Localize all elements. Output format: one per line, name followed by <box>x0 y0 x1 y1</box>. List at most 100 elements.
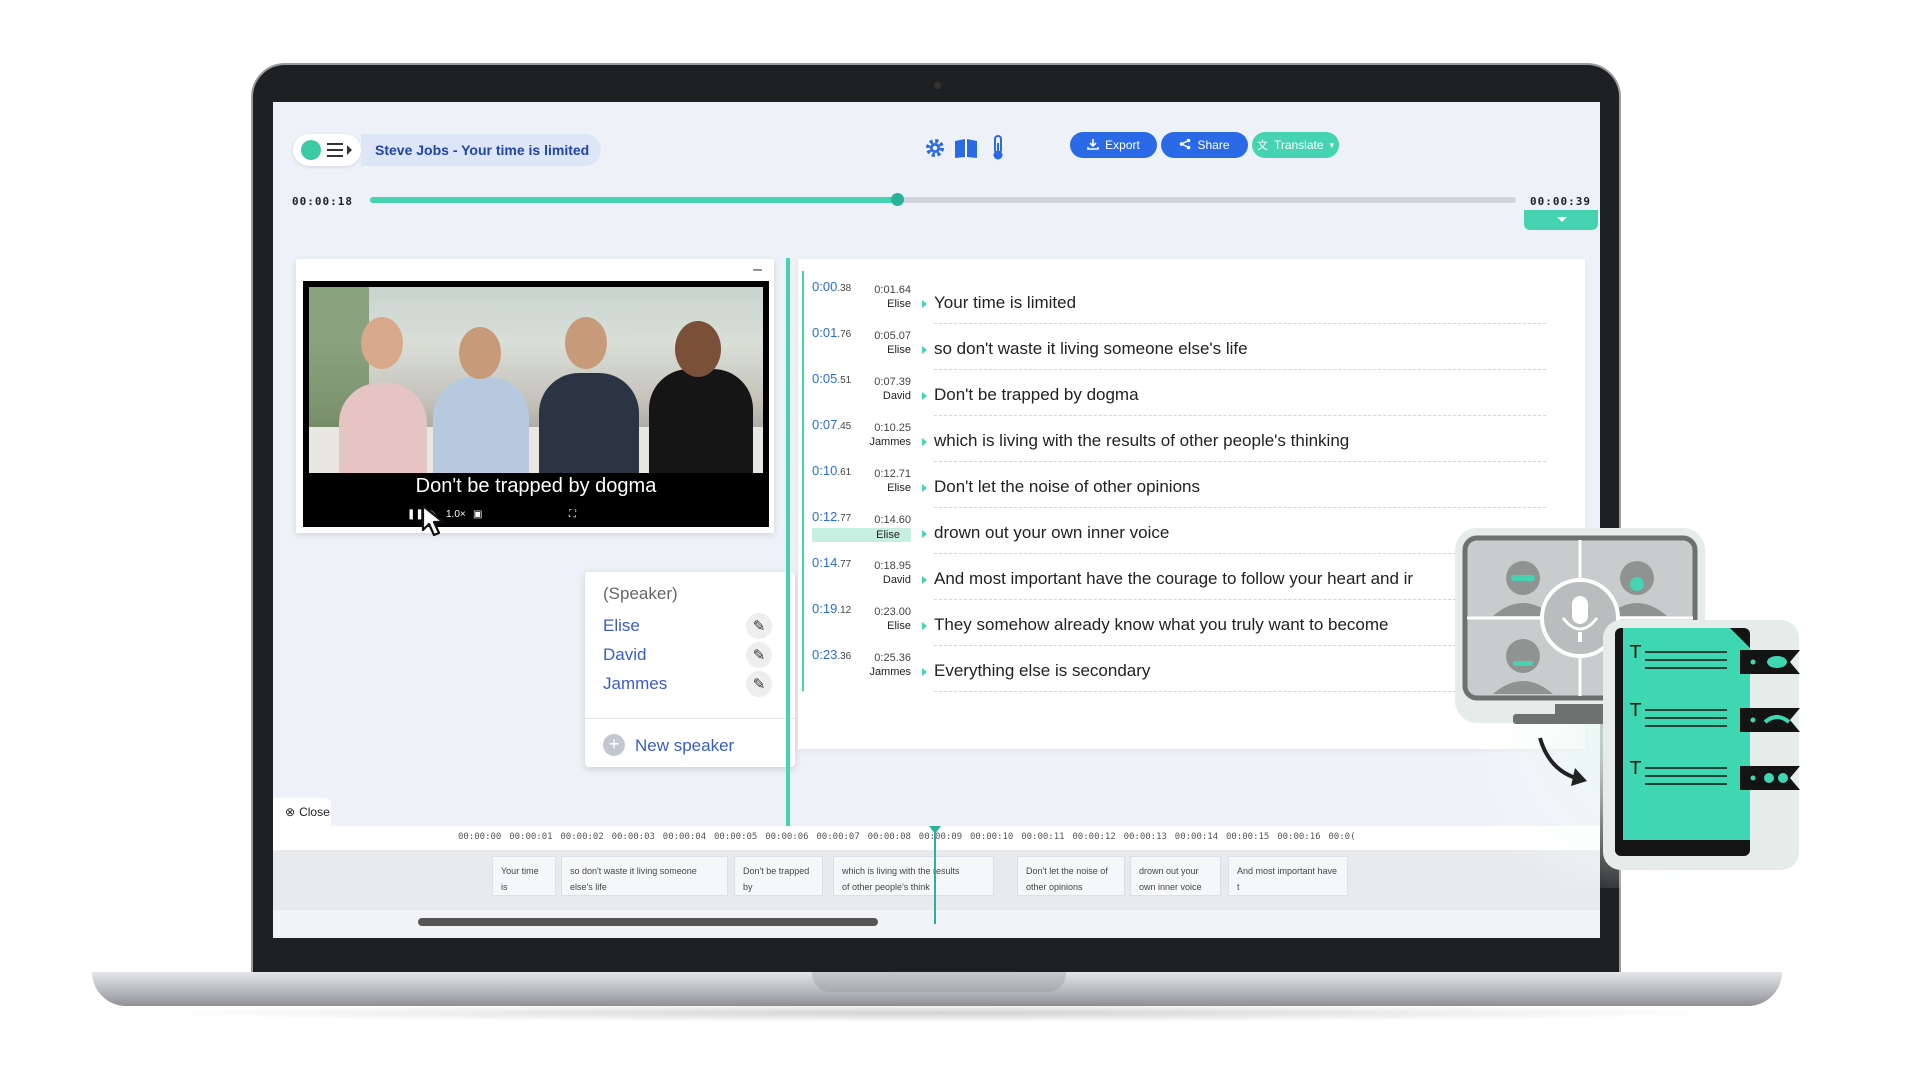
segment-speaker[interactable]: Jammes <box>843 666 911 678</box>
timeline-tick: 00:00:01 <box>509 832 553 842</box>
segment-speaker[interactable]: Elise <box>843 344 911 356</box>
speaker-dropdown: (Speaker) Elise ✎ David ✎ Jammes ✎ + New… <box>585 572 795 767</box>
video-subtitle: Don't be trapped by dogma <box>415 475 657 497</box>
timeline-tick: 00:00:11 <box>1021 832 1065 842</box>
play-segment-icon[interactable] <box>922 622 927 630</box>
segment-end-time[interactable]: 0:07.39 <box>863 376 911 388</box>
segment-text[interactable]: Everything else is secondary <box>934 661 1150 681</box>
segment-speaker[interactable]: David <box>843 574 911 586</box>
thermometer-icon[interactable] <box>984 134 1012 162</box>
play-segment-icon[interactable] <box>922 484 927 492</box>
speaker-option-david[interactable]: David <box>603 645 646 665</box>
segment-start-time[interactable]: 0:23.36 <box>812 647 851 662</box>
segment-start-time[interactable]: 0:12.77 <box>812 509 851 524</box>
segment-start-time[interactable]: 0:01.76 <box>812 325 851 340</box>
row-indicator <box>802 363 804 415</box>
timeline-tick: 00:00:12 <box>1072 832 1116 842</box>
pencil-icon[interactable]: ✎ <box>746 642 772 668</box>
segment-text[interactable]: which is living with the results of othe… <box>934 431 1349 451</box>
play-segment-icon[interactable] <box>922 392 927 400</box>
total-time: 00:00:39 <box>1530 195 1591 208</box>
person-head <box>675 321 721 377</box>
segment-end-time[interactable]: 0:10.25 <box>863 422 911 434</box>
play-segment-icon[interactable] <box>922 300 927 308</box>
webcam <box>934 82 941 89</box>
timeline-clip[interactable]: which is living with the results of other… <box>833 856 994 896</box>
app-menu-button[interactable] <box>293 134 361 166</box>
speaker-option-elise[interactable]: Elise <box>603 616 640 636</box>
segment-text[interactable]: so don't waste it living someone else's … <box>934 339 1248 359</box>
new-speaker-button[interactable]: New speaker <box>635 736 734 756</box>
speaker-dropdown-header: (Speaker) <box>603 584 678 603</box>
close-button[interactable]: ⊗ Close <box>273 798 331 826</box>
gear-icon[interactable] <box>921 134 949 162</box>
segment-speaker[interactable]: Elise <box>843 620 911 632</box>
segment-end-time[interactable]: 0:12.71 <box>863 468 911 480</box>
row-indicator <box>802 409 804 461</box>
timeline-tick: 00:00:00 <box>458 832 502 842</box>
timeline-clip[interactable]: Your time is limited <box>492 856 556 896</box>
export-button[interactable]: Export <box>1070 132 1157 158</box>
timeline-playhead[interactable] <box>929 826 941 924</box>
timeline-clip[interactable]: Don't let the noise of other opinions <box>1017 856 1125 896</box>
pencil-icon[interactable]: ✎ <box>746 613 772 639</box>
minimize-icon[interactable]: – <box>753 261 762 279</box>
segment-text[interactable]: Don't be trapped by dogma <box>934 385 1139 405</box>
segment-end-time[interactable]: 0:01.64 <box>863 284 911 296</box>
video-player[interactable]: Don't be trapped by dogma ❚❚ 🔈 1.0× ▣ ⛶ <box>303 281 769 527</box>
timeline-scrollbar[interactable] <box>418 918 878 926</box>
captions-icon[interactable]: ▣ <box>473 509 482 520</box>
playback-progress[interactable] <box>370 193 1516 206</box>
segment-text[interactable]: And most important have the courage to f… <box>934 569 1413 589</box>
chevron-down-icon: ▾ <box>1329 139 1335 150</box>
timeline-clip[interactable]: drown out your own inner voice <box>1130 856 1221 896</box>
segment-speaker[interactable]: David <box>843 390 911 402</box>
timeline-clip[interactable]: And most important have t <box>1228 856 1348 896</box>
segment-start-time[interactable]: 0:14.77 <box>812 555 851 570</box>
segment-text[interactable]: drown out your own inner voice <box>934 523 1169 543</box>
fullscreen-icon[interactable]: ⛶ <box>569 509 576 520</box>
timeline-track: Your time is limited so don't waste it liv… <box>273 850 1600 910</box>
segment-start-time[interactable]: 0:00.38 <box>812 279 851 294</box>
clip-text: Don't let the noise of <box>1026 866 1108 876</box>
play-segment-icon[interactable] <box>922 530 927 538</box>
play-segment-icon[interactable] <box>922 438 927 446</box>
laptop-notch <box>812 972 1066 992</box>
share-button[interactable]: Share <box>1161 132 1248 158</box>
segment-end-time[interactable]: 0:05.07 <box>863 330 911 342</box>
segment-end-time[interactable]: 0:18.95 <box>863 560 911 572</box>
segment-end-time[interactable]: 0:25.36 <box>863 652 911 664</box>
segment-end-time[interactable]: 0:14.60 <box>863 514 911 526</box>
segment-text[interactable]: Don't let the noise of other opinions <box>934 477 1200 497</box>
progress-knob[interactable] <box>891 193 905 206</box>
panel-divider[interactable] <box>786 258 790 826</box>
person-head <box>459 327 501 379</box>
translate-button[interactable]: 文 Translate ▾ <box>1252 132 1339 158</box>
segment-text[interactable]: Your time is limited <box>934 293 1076 313</box>
play-segment-icon[interactable] <box>922 668 927 676</box>
segment-speaker[interactable]: Jammes <box>843 436 911 448</box>
segment-start-time[interactable]: 0:05.51 <box>812 371 851 386</box>
segment-start-time[interactable]: 0:07.45 <box>812 417 851 432</box>
timeline-clip[interactable]: Don't be trapped by dogma <box>734 856 823 896</box>
pencil-icon[interactable]: ✎ <box>746 671 772 697</box>
translate-icon: 文 <box>1256 140 1268 152</box>
segment-start-time[interactable]: 0:19.12 <box>812 601 851 616</box>
segment-text[interactable]: They somehow already know what you truly… <box>934 615 1389 635</box>
row-indicator <box>802 639 804 691</box>
document-title[interactable]: Steve Jobs - Your time is limited <box>361 134 601 166</box>
svg-text:T: T <box>1629 758 1642 779</box>
segment-start-time[interactable]: 0:10.61 <box>812 463 851 478</box>
segment-end-time[interactable]: 0:23.00 <box>863 606 911 618</box>
plus-icon[interactable]: + <box>603 734 625 756</box>
timeline-clip[interactable]: so don't waste it living someone else's l… <box>561 856 728 896</box>
speaker-option-jammes[interactable]: Jammes <box>603 674 667 694</box>
segment-speaker[interactable]: Elise <box>812 528 911 542</box>
download-icon <box>1087 138 1099 153</box>
expand-toggle[interactable] <box>1524 210 1598 230</box>
play-segment-icon[interactable] <box>922 346 927 354</box>
segment-speaker[interactable]: Elise <box>843 482 911 494</box>
segment-speaker[interactable]: Elise <box>843 298 911 310</box>
book-icon[interactable] <box>952 134 980 162</box>
play-segment-icon[interactable] <box>922 576 927 584</box>
